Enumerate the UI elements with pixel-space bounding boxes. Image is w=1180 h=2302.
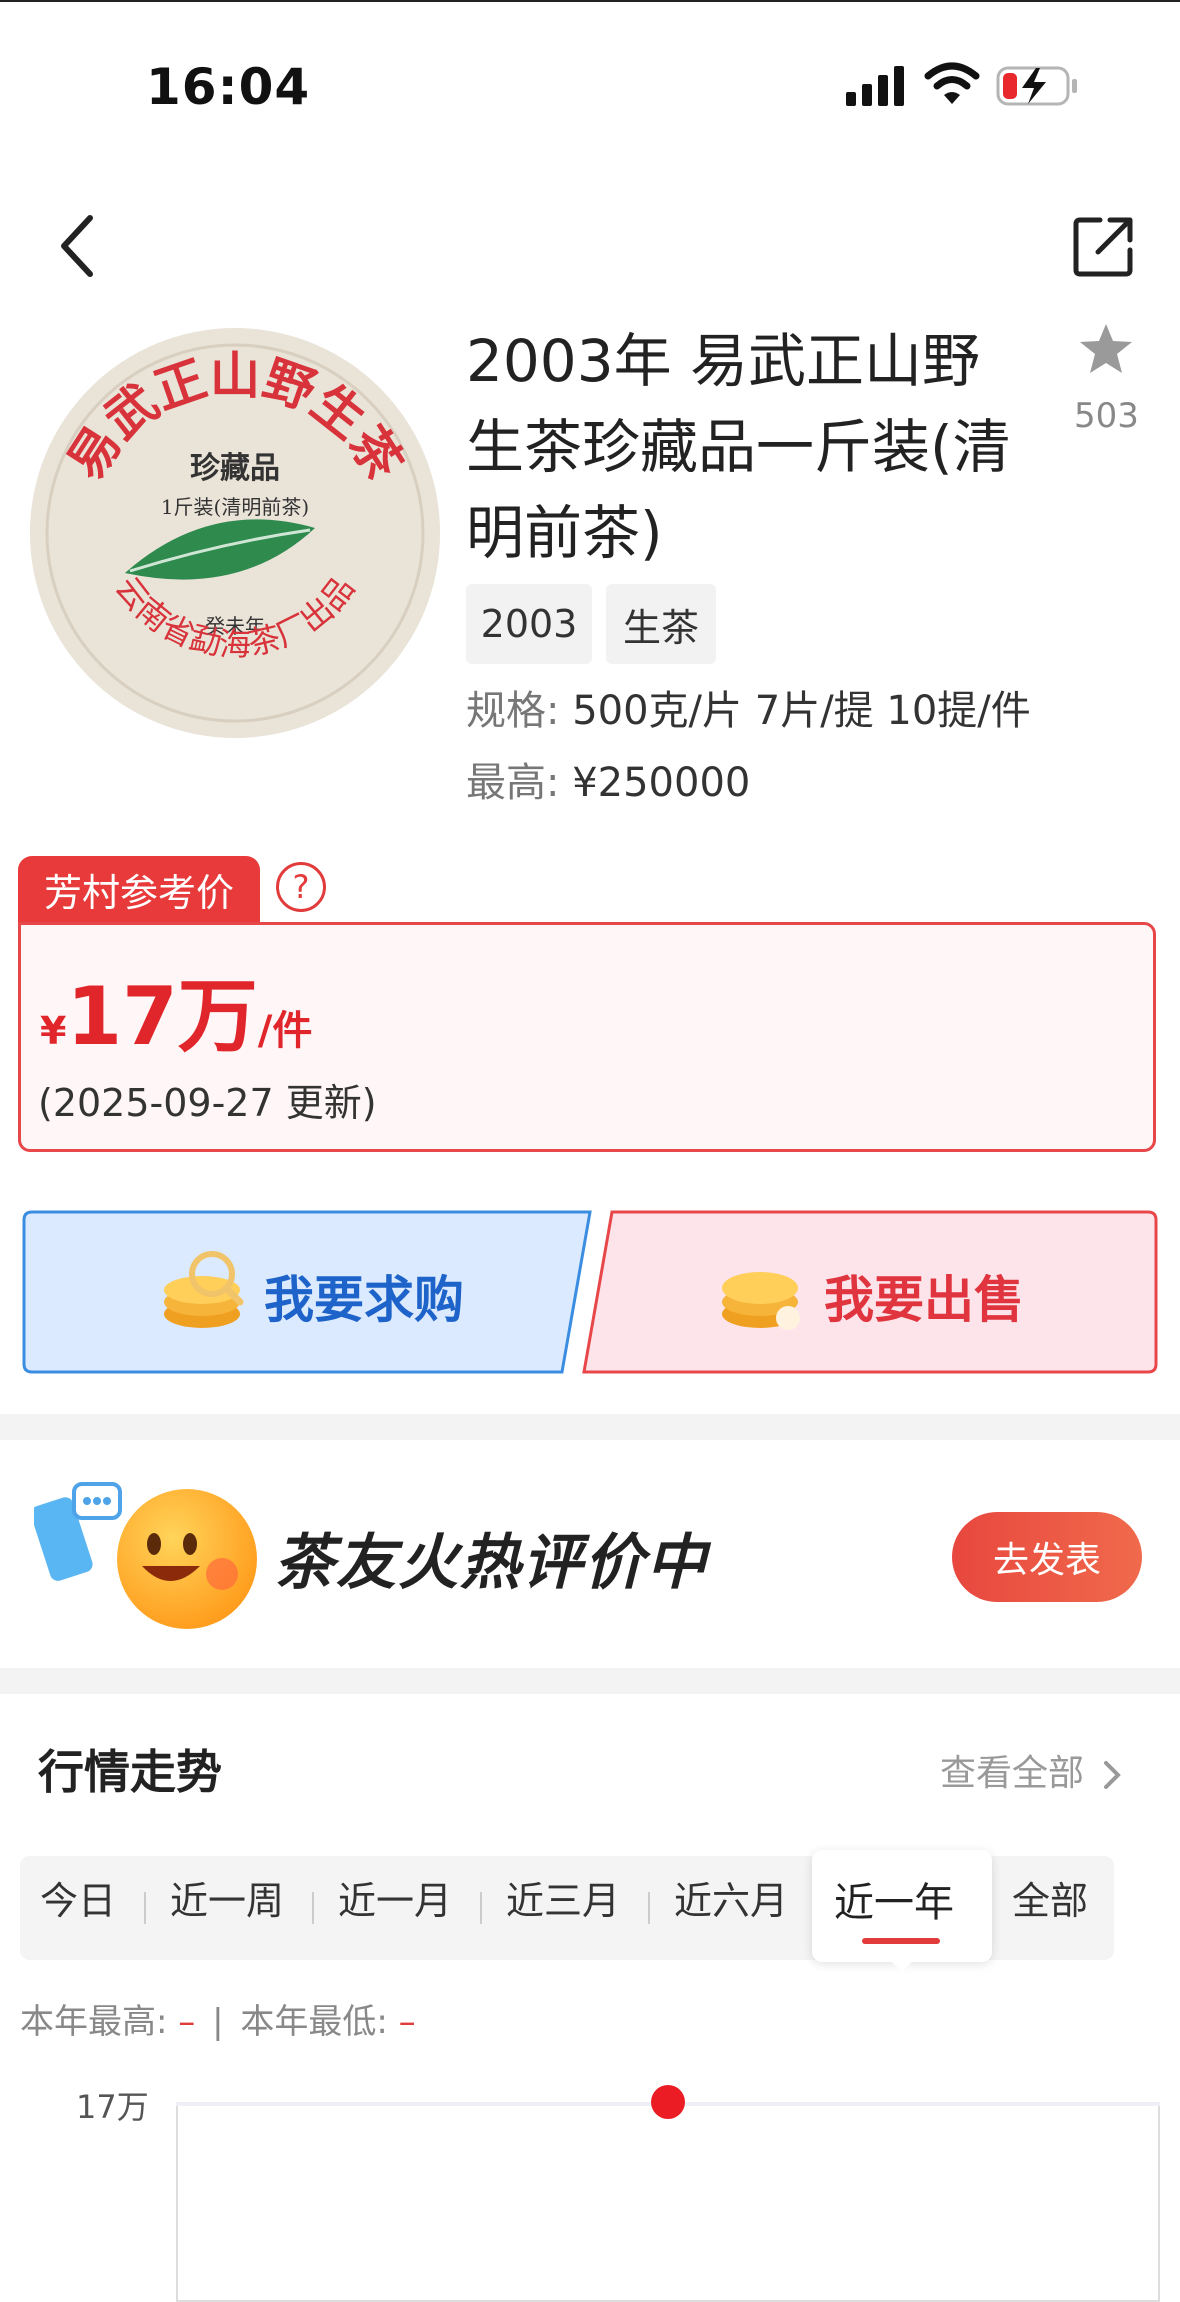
chevron-left-icon <box>61 215 93 277</box>
reference-price-tab: 芳村参考价 <box>18 856 260 922</box>
max-price-row: 最高: ¥250000 <box>466 750 750 808</box>
buy-request-button[interactable]: 我要求购 <box>22 1210 594 1374</box>
chart-data-point[interactable] <box>651 2085 685 2119</box>
tab-week[interactable]: 近一周 <box>170 1870 284 1925</box>
share-icon <box>1073 217 1133 277</box>
price-updated: (2025-09-27 更新) <box>38 1081 377 1125</box>
section-separator <box>0 1414 1180 1440</box>
tab-active-underline <box>862 1938 940 1944</box>
max-price-value: ¥250000 <box>572 760 751 806</box>
review-banner-text: 茶友火热评价中 <box>274 1528 708 1598</box>
price-unit: /件 <box>257 1008 313 1054</box>
help-icon[interactable]: ? <box>276 862 326 912</box>
chart-plot-area <box>176 2102 1160 2302</box>
product-image[interactable]: 易武正山野生茶 珍藏品 1斤装(清明前茶) 癸未年 云南省勐海茶厂出品 <box>30 328 440 738</box>
tab-three-months[interactable]: 近三月 <box>506 1870 620 1925</box>
wifi-icon <box>924 62 980 110</box>
stats-separator: | <box>212 2002 224 2042</box>
year-high-value: – <box>178 2002 196 2042</box>
tab-divider <box>480 1892 482 1924</box>
tab-divider <box>648 1892 650 1924</box>
top-edge-line <box>0 0 1180 2</box>
star-icon <box>1080 324 1132 373</box>
see-all-label: 查看全部 <box>940 1753 1085 1794</box>
reference-price: ¥17万/件 <box>40 952 312 1068</box>
status-time: 16:04 <box>146 58 311 116</box>
share-button[interactable] <box>1064 206 1144 286</box>
signal-icon <box>846 66 904 110</box>
spec-value: 500克/片 7片/提 10提/件 <box>572 688 1031 734</box>
year-low-value: – <box>398 2002 416 2042</box>
chat-bubble-icon <box>30 1480 124 1594</box>
spec-row: 规格: 500克/片 7片/提 10提/件 <box>466 678 1031 736</box>
tab-month[interactable]: 近一月 <box>338 1870 452 1925</box>
section-separator <box>0 1668 1180 1694</box>
chevron-right-icon <box>1104 1761 1122 1789</box>
year-high-label: 本年最高: <box>20 2002 168 2042</box>
y-axis-label: 17万 <box>76 2088 149 2126</box>
favorite-button[interactable] <box>1078 322 1134 380</box>
smiley-mascot-icon <box>112 1484 262 1638</box>
favorite-count: 503 <box>1074 396 1139 436</box>
year-low-label: 本年最低: <box>240 2002 388 2042</box>
spec-label: 规格: <box>466 688 560 734</box>
tab-six-months[interactable]: 近六月 <box>674 1870 788 1925</box>
tag-year: 2003 <box>466 584 592 664</box>
sell-label: 我要出售 <box>824 1271 1024 1329</box>
tab-all[interactable]: 全部 <box>1012 1870 1088 1925</box>
battery-icon <box>996 64 1080 112</box>
buy-request-label: 我要求购 <box>264 1271 464 1329</box>
sell-button[interactable]: 我要出售 <box>582 1210 1158 1374</box>
price-amount: 17万 <box>66 970 258 1063</box>
publish-button[interactable]: 去发表 <box>952 1512 1142 1602</box>
year-stats: 本年最高: – | 本年最低: – <box>20 1994 416 2043</box>
tab-divider <box>312 1892 314 1924</box>
trend-title: 行情走势 <box>38 1745 222 1799</box>
max-price-label: 最高: <box>466 760 560 806</box>
coins-icon <box>164 1251 244 1328</box>
product-title: 2003年 易武正山野生茶珍藏品一斤装(清明前茶) <box>466 327 1011 567</box>
tab-active-pointer <box>888 1958 916 1972</box>
tab-divider <box>144 1892 146 1924</box>
back-button[interactable] <box>36 206 116 286</box>
tab-year[interactable]: 近一年 <box>834 1870 954 1928</box>
coins-icon <box>722 1272 800 1330</box>
wrapper-center-sub: 1斤装(清明前茶) <box>161 495 309 519</box>
price-currency: ¥ <box>40 1009 67 1053</box>
tag-type: 生茶 <box>606 584 716 664</box>
see-all-link[interactable]: 查看全部 <box>940 1744 1123 1796</box>
tab-today[interactable]: 今日 <box>40 1870 116 1925</box>
wrapper-center-title: 珍藏品 <box>190 451 280 486</box>
